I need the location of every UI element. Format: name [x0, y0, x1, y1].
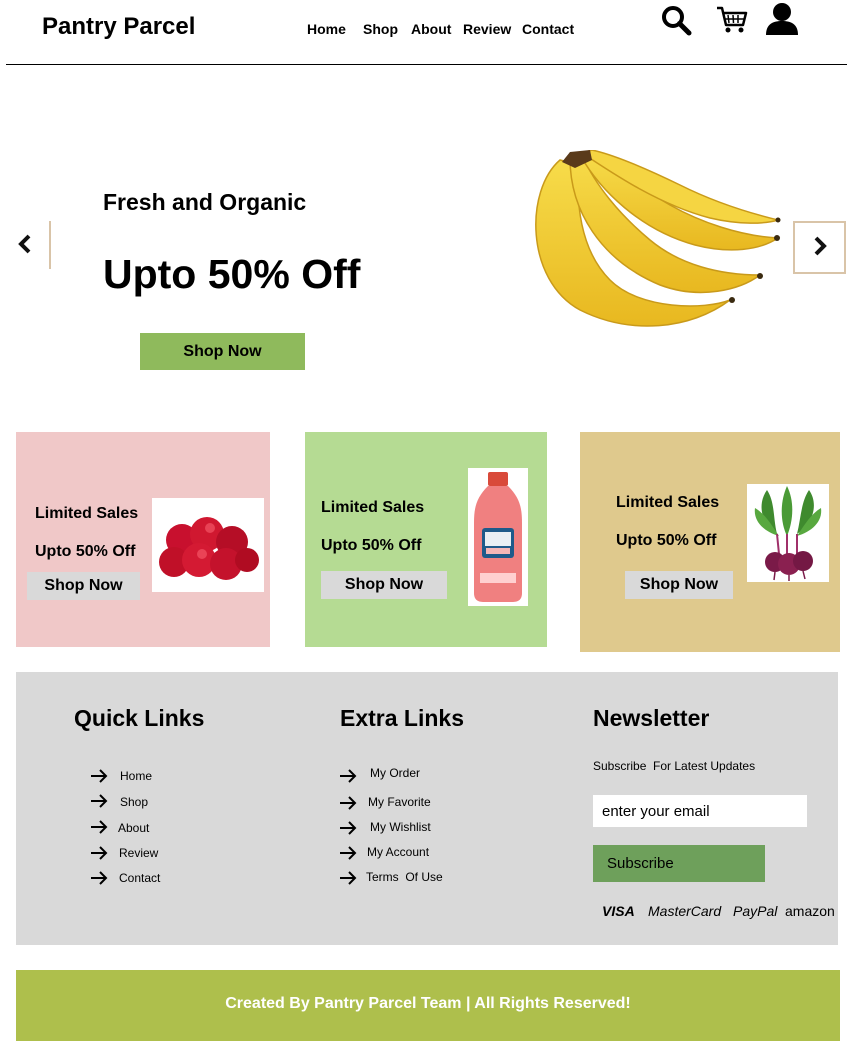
- banana-image: [520, 149, 782, 340]
- juice-bottle-image: [468, 468, 528, 606]
- brand-logo[interactable]: Pantry Parcel: [42, 13, 195, 41]
- arrow-right-icon: [340, 769, 357, 783]
- arrow-right-icon: [340, 846, 357, 860]
- arrow-right-icon: [340, 821, 357, 835]
- carousel-prev-button[interactable]: [0, 221, 51, 269]
- subscribe-button[interactable]: Subscribe: [593, 845, 765, 882]
- visa-logo: VISA: [602, 903, 635, 919]
- newsletter-description: Subscribe For Latest Updates: [593, 759, 756, 773]
- promo-discount: Upto 50% Off: [616, 532, 717, 549]
- newsletter-heading: Newsletter: [593, 705, 710, 731]
- promo-shop-now-button[interactable]: Shop Now: [321, 571, 447, 599]
- arrow-right-icon: [340, 871, 357, 885]
- nav-shop[interactable]: Shop: [363, 21, 398, 37]
- chevron-left-icon: [17, 234, 30, 253]
- arrow-right-icon: [91, 871, 108, 885]
- extra-links-heading: Extra Links: [340, 705, 464, 731]
- nav-review[interactable]: Review: [463, 21, 511, 37]
- header-divider: [6, 64, 847, 65]
- promo-shop-now-button[interactable]: Shop Now: [27, 572, 140, 600]
- promo-card-juice: Limited Sales Upto 50% Off Shop Now: [305, 432, 547, 647]
- quick-link-home[interactable]: Home: [120, 769, 152, 783]
- beets-image: [747, 484, 829, 582]
- hero-title: Upto 50% Off: [103, 251, 361, 297]
- email-field[interactable]: [593, 795, 807, 827]
- promo-shop-now-button[interactable]: Shop Now: [625, 571, 733, 599]
- nav-contact[interactable]: Contact: [522, 21, 574, 37]
- arrow-right-icon: [91, 820, 108, 834]
- arrow-right-icon: [340, 796, 357, 810]
- promo-title: Limited Sales: [321, 499, 425, 516]
- quick-link-about[interactable]: About: [118, 821, 149, 835]
- hero-subtitle: Fresh and Organic: [103, 189, 307, 215]
- promo-discount: Upto 50% Off: [35, 543, 136, 560]
- hero-shop-now-button[interactable]: Shop Now: [140, 333, 305, 370]
- chevron-right-icon: [814, 236, 827, 256]
- mastercard-logo: MasterCard: [648, 903, 722, 919]
- user-icon[interactable]: [765, 2, 799, 36]
- credits-text: Created By Pantry Parcel Team | All Righ…: [225, 995, 631, 1012]
- quick-link-contact[interactable]: Contact: [119, 871, 160, 885]
- arrow-right-icon: [91, 846, 108, 860]
- extra-link-my-wishlist[interactable]: My Wishlist: [370, 820, 431, 834]
- quick-link-shop[interactable]: Shop: [120, 795, 148, 809]
- promo-title: Limited Sales: [616, 494, 720, 511]
- extra-link-my-order[interactable]: My Order: [370, 766, 420, 780]
- cart-icon[interactable]: [716, 5, 748, 35]
- extra-link-terms-of-use[interactable]: Terms Of Use: [366, 870, 443, 884]
- promo-discount: Upto 50% Off: [321, 537, 422, 554]
- promo-title: Limited Sales: [35, 505, 139, 522]
- nav-about[interactable]: About: [411, 21, 451, 37]
- promo-card-beets: Limited Sales Upto 50% Off Shop Now: [580, 432, 840, 652]
- apples-image: [152, 498, 264, 592]
- arrow-right-icon: [91, 769, 108, 783]
- search-icon[interactable]: [660, 4, 692, 36]
- arrow-right-icon: [91, 794, 108, 808]
- quick-link-review[interactable]: Review: [119, 846, 158, 860]
- carousel-next-button[interactable]: [793, 221, 846, 274]
- paypal-logo: PayPal: [733, 903, 778, 919]
- extra-link-my-favorite[interactable]: My Favorite: [368, 795, 431, 809]
- extra-link-my-account[interactable]: My Account: [367, 845, 429, 859]
- amazon-logo: amazon: [785, 903, 835, 919]
- promo-card-apples: Limited Sales Upto 50% Off Shop Now: [16, 432, 270, 647]
- nav-home[interactable]: Home: [307, 21, 346, 37]
- quick-links-heading: Quick Links: [74, 705, 205, 731]
